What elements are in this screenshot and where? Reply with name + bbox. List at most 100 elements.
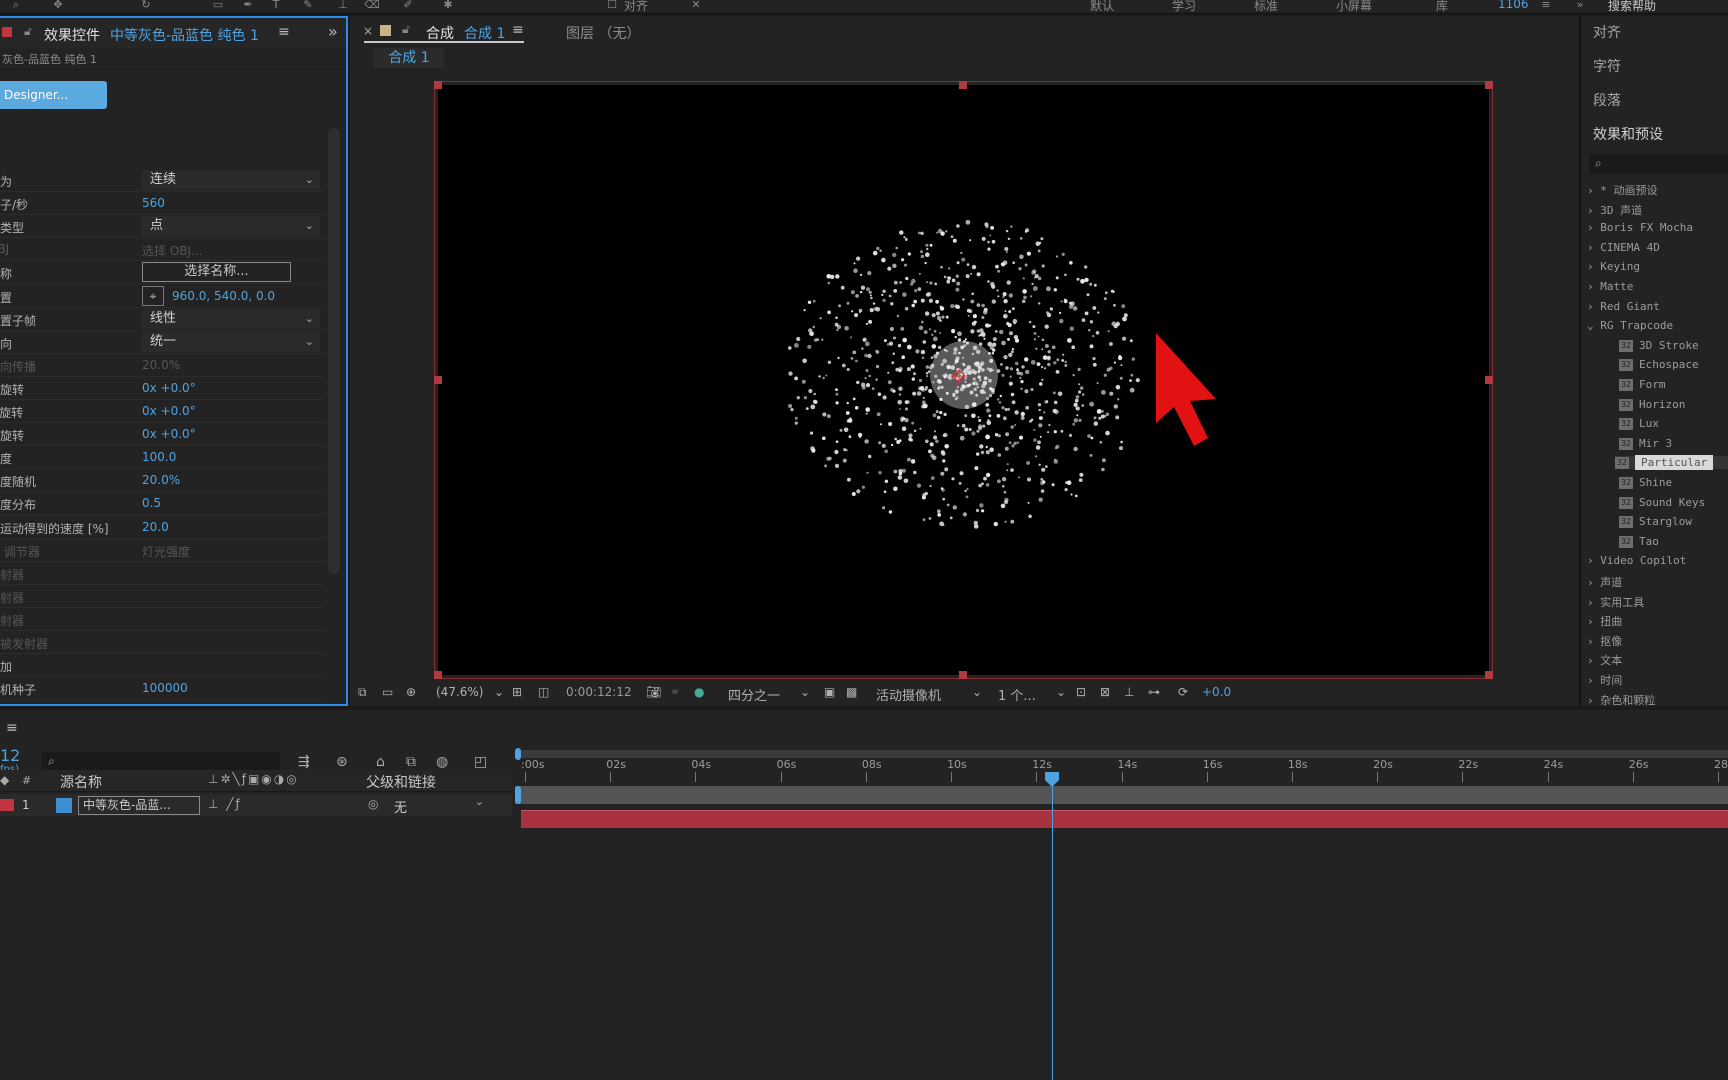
timeline-icon[interactable]: ⊥	[1124, 685, 1134, 699]
timeline-timecode[interactable]: 12	[0, 746, 20, 765]
effect-controls-tab-title[interactable]: 效果控件	[44, 25, 100, 45]
brush-tool-icon[interactable]: ✎	[300, 0, 316, 12]
transform-handle[interactable]	[434, 81, 442, 89]
column-source-name[interactable]: 源名称	[60, 772, 102, 792]
choose-name-button[interactable]: 选择名称...	[142, 262, 291, 283]
transform-handle[interactable]	[959, 671, 967, 679]
effect-tree-item[interactable]: 32 Echospace	[1619, 358, 1699, 372]
effect-tree-folder[interactable]: › 文本	[1587, 652, 1622, 668]
effect-tree-folder[interactable]: › 实用工具	[1587, 594, 1644, 610]
chevron-right-icon[interactable]: ›	[1587, 554, 1600, 567]
effect-tree-folder[interactable]: › CINEMA 4D	[1587, 241, 1660, 254]
effect-tree-folder[interactable]: › Video Copilot	[1587, 554, 1686, 567]
effects-search-input[interactable]: ⌕	[1589, 154, 1728, 174]
effect-tree-folder[interactable]: › Matte	[1587, 280, 1633, 293]
chevron-right-icon[interactable]: ›	[1587, 221, 1600, 234]
anchor-point-icon[interactable]	[950, 367, 968, 385]
workspace-library[interactable]: 库	[1436, 0, 1448, 13]
effect-property-row[interactable]: 行为 连续 ⌄	[0, 169, 326, 192]
zoom-dropdown[interactable]: (47.6%)	[436, 685, 483, 699]
effect-tree-item[interactable]: 32 Lux	[1619, 417, 1659, 431]
effect-controls-scrollbar[interactable]	[328, 128, 340, 574]
effect-property-row[interactable]: Y 旋转 0x +0.0°	[0, 400, 326, 423]
effect-property-value[interactable]: 100.0	[142, 450, 176, 464]
flowchart-icon[interactable]: ⊶	[1148, 685, 1160, 699]
layer-viewer-tab[interactable]: 图层 （无）	[566, 23, 640, 43]
align-toggle-label[interactable]: 对齐	[624, 0, 648, 13]
exposure-value[interactable]: +0.0	[1202, 685, 1231, 699]
resolution-dropdown[interactable]: 四分之一	[728, 685, 780, 704]
transform-handle[interactable]	[1485, 671, 1493, 679]
layer-label-color[interactable]	[0, 799, 14, 811]
chevron-down-icon[interactable]: ⌄	[800, 685, 810, 699]
pen-tool-icon[interactable]: ✒	[240, 0, 256, 12]
effect-property-row[interactable]: 随机种子 100000	[0, 677, 326, 701]
effect-property-row[interactable]: 附加	[0, 654, 326, 678]
snap-close-icon[interactable]: ✕	[688, 0, 704, 12]
roto-tool-icon[interactable]: ✐	[400, 0, 416, 12]
effect-property-row[interactable]: 方向 统一 ⌄	[0, 331, 326, 354]
effect-tree-item[interactable]: 32 Tao	[1619, 535, 1659, 548]
time-ruler[interactable]: :00s 02s 04s 06s 08s 10s 12s 14s 16s 18s 20s 22s 24s…	[515, 758, 1728, 782]
effect-property-row[interactable]: 秒 调节器 灯光强度	[0, 539, 326, 562]
effect-controls-layer-name[interactable]: 中等灰色-品蓝色 纯色 1	[110, 25, 259, 45]
mask-icon[interactable]: ⊕	[406, 685, 416, 699]
snap-checkbox-icon[interactable]: ☐	[604, 0, 620, 12]
panel-menu-icon[interactable]: ≡	[278, 24, 290, 40]
puppet-tool-icon[interactable]: ✱	[440, 0, 456, 12]
effect-tree-folder[interactable]: › Keying	[1587, 260, 1640, 273]
chevron-right-icon[interactable]: ›	[1587, 241, 1600, 254]
designer-button[interactable]: Designer...	[0, 81, 107, 109]
character-panel-tab[interactable]: 字符	[1593, 56, 1621, 76]
effect-property-dropdown[interactable]: 统一 ⌄	[142, 331, 320, 352]
effect-tree-item[interactable]: 32 Sound Keys	[1619, 496, 1705, 509]
chevron-right-icon[interactable]: ›	[1587, 184, 1600, 197]
text-tool-icon[interactable]: T	[268, 0, 284, 12]
transform-handle[interactable]	[434, 376, 442, 384]
fit-icon[interactable]: ⊞	[512, 685, 522, 699]
pickwhip-icon[interactable]: ◎	[368, 797, 378, 811]
workspace-learn[interactable]: 学习	[1172, 0, 1196, 13]
chevron-down-icon[interactable]: ⌄	[972, 685, 982, 699]
effect-property-value[interactable]: 100000	[142, 681, 188, 695]
rotate-tool-icon[interactable]: ↻	[138, 0, 154, 12]
effect-tree-item[interactable]: 32 Starglow	[1619, 515, 1692, 529]
effect-property-row[interactable]: 名称 选择名称...	[0, 261, 326, 285]
current-time-display[interactable]: 0:00:12:12	[566, 685, 632, 699]
roi-icon[interactable]: ▣	[824, 685, 835, 699]
in-point-handle[interactable]	[515, 786, 521, 804]
effect-tree-item[interactable]: 32 3D Stroke	[1619, 339, 1699, 352]
crop-icon[interactable]: ◫	[538, 685, 549, 699]
effect-property-value[interactable]: 0x +0.0°	[142, 404, 196, 418]
workspace-menu-icon[interactable]: ≡	[1538, 0, 1554, 12]
show-snapshot-icon[interactable]: ⚭	[670, 685, 680, 699]
effect-property-row[interactable]: Z 旋转 0x +0.0°	[0, 423, 326, 447]
expand-chevrons-icon[interactable]: »	[1572, 0, 1588, 12]
effect-property-row[interactable]: 粒子/秒 560	[0, 192, 326, 216]
chevron-down-icon[interactable]: ⌄	[1056, 685, 1066, 699]
chevron-down-icon[interactable]: ⌄	[494, 685, 504, 699]
workspace-default[interactable]: 默认	[1090, 0, 1114, 13]
comp-mini-flowchart-icon[interactable]: ⇶	[298, 754, 310, 770]
camera-dropdown[interactable]: 活动摄像机	[876, 685, 941, 704]
effect-property-row[interactable]: 要被发射器	[0, 631, 326, 654]
effect-tree-item[interactable]: 32 Form	[1619, 378, 1666, 391]
effect-property-row[interactable]: 位置子帧 线性 ⌄	[0, 308, 326, 331]
expand-chevrons-icon[interactable]: »	[328, 22, 338, 41]
effect-tree-item[interactable]: 32 Particular	[1615, 455, 1728, 471]
effect-tree-folder[interactable]: › Red Giant	[1587, 300, 1660, 313]
search-tool-icon[interactable]: ⌕	[8, 0, 24, 12]
effect-property-row[interactable]: 发射器	[0, 585, 326, 608]
effect-tree-folder[interactable]: › 3D 声道	[1587, 202, 1642, 218]
effect-property-value[interactable]: 0x +0.0°	[142, 427, 196, 441]
effect-property-row[interactable]: 从运动得到的速度 [%] 20.0	[0, 516, 326, 539]
effect-tree-folder[interactable]: ⌄ RG Trapcode	[1587, 319, 1673, 332]
effect-property-value[interactable]: 560	[142, 196, 165, 210]
layer-switches[interactable]: ⊥ ╱ƒ	[208, 797, 242, 811]
chevron-right-icon[interactable]: ›	[1587, 596, 1600, 609]
position-target-icon[interactable]: ⌖	[142, 285, 164, 306]
work-area-bar[interactable]	[515, 750, 1728, 758]
effect-tree-item[interactable]: 32 Horizon	[1619, 398, 1685, 411]
timeline-search-input[interactable]: ⌕	[42, 752, 280, 772]
parent-dropdown[interactable]: 无 ⌄	[390, 795, 490, 816]
